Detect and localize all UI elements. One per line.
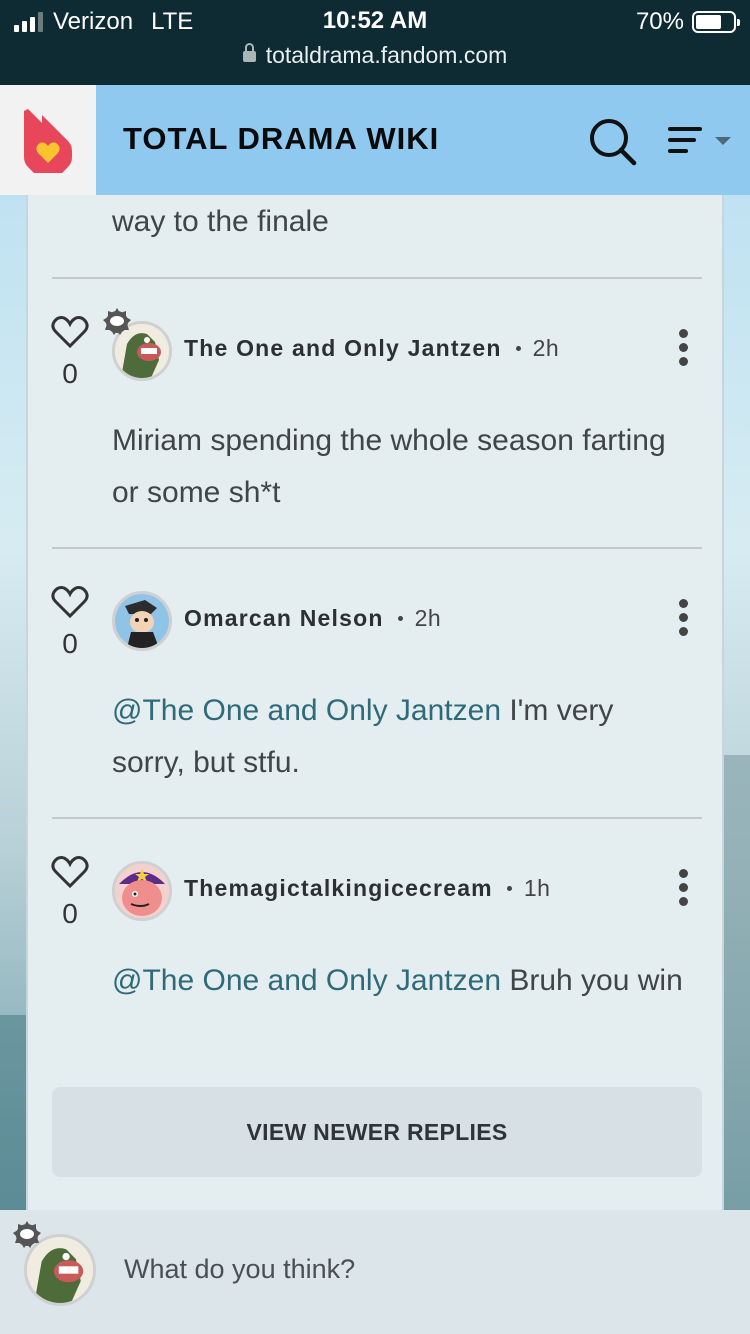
more-options-button[interactable] [672,599,696,639]
menu-button[interactable] [668,123,734,157]
heart-icon [51,856,89,889]
author-name[interactable]: Themagictalkingicecream [184,875,493,901]
like-count: 0 [62,898,78,929]
comment-text: Miriam spending the whole season farting… [112,424,666,509]
more-vertical-icon-dot [679,343,688,352]
battery-icon [692,11,740,33]
more-vertical-icon-dot [679,897,688,906]
gear-badge-icon [13,1221,41,1248]
hamburger-icon-bar [668,138,696,142]
separator-dot [506,886,512,891]
comment-body: @The One and Only Jantzen Bruh you win [112,955,692,1007]
comment-composer [0,1210,750,1334]
like-count: 0 [62,628,78,659]
wiki-header: TOTAL DRAMA WIKI [0,85,750,195]
mention-link[interactable]: @The One and Only Jantzen [112,694,501,727]
more-options-button[interactable] [672,869,696,909]
url-text: totaldrama.fandom.com [265,42,508,68]
like-count: 0 [62,358,78,389]
search-button[interactable] [588,117,638,167]
author-name[interactable]: The One and Only Jantzen [184,335,502,361]
more-vertical-icon-dot [679,883,688,892]
like-button[interactable]: 0 [50,585,90,660]
wiki-title[interactable]: TOTAL DRAMA WIKI [123,121,439,157]
divider [52,277,702,279]
hamburger-icon [668,127,702,131]
lock-icon [242,43,256,62]
comment-time: 1h [523,875,551,901]
more-vertical-icon-dot [679,627,688,636]
more-options-button[interactable] [672,329,696,369]
chevron-down-icon [715,137,731,145]
comment-input[interactable] [124,1254,684,1285]
comment-author[interactable]: Omarcan Nelson 2h [184,605,441,632]
author-name[interactable]: Omarcan Nelson [184,605,384,631]
background-mountain [720,755,750,1215]
separator-dot [515,346,521,351]
gear-badge-icon [103,308,131,335]
avatar[interactable] [112,591,172,651]
divider [52,817,702,819]
mention-link[interactable]: @The One and Only Jantzen [112,964,501,997]
heart-icon [51,316,89,349]
like-button[interactable]: 0 [50,315,90,390]
avatar[interactable] [112,861,172,921]
divider [52,547,702,549]
separator-dot [397,616,403,621]
comment-author[interactable]: Themagictalkingicecream 1h [184,875,550,902]
more-vertical-icon [679,869,688,878]
more-vertical-icon [679,329,688,338]
comment-time: 2h [532,335,560,361]
comment-thread: way to the finale 0 The One and Only Jan [26,195,724,1210]
view-newer-replies-button[interactable]: VIEW NEWER REPLIES [52,1087,702,1177]
comment-author[interactable]: The One and Only Jantzen 2h [184,335,559,362]
more-vertical-icon [679,599,688,608]
previous-comment-text: way to the finale [112,205,329,238]
battery-percent: 70% [635,8,684,35]
fandom-logo[interactable] [0,85,96,195]
fandom-flame-icon [24,109,72,173]
like-button[interactable]: 0 [50,855,90,930]
comment-time: 2h [414,605,442,631]
user-avatar-image [115,594,169,648]
status-right: 70% [635,8,740,36]
comment-body: @The One and Only Jantzen I'm very sorry… [112,685,692,789]
comment-body: Miriam spending the whole season farting… [112,415,692,519]
user-avatar-image [115,864,169,918]
more-vertical-icon-dot [679,613,688,622]
address-bar[interactable]: totaldrama.fandom.com [0,42,750,69]
search-icon [590,119,637,166]
comment-text: Bruh you win [501,964,683,997]
heart-icon [51,586,89,619]
more-vertical-icon-dot [679,357,688,366]
hamburger-icon-bar [668,149,688,153]
status-bar: Verizon LTE 10:52 AM 70% totaldrama.fand… [0,0,750,85]
